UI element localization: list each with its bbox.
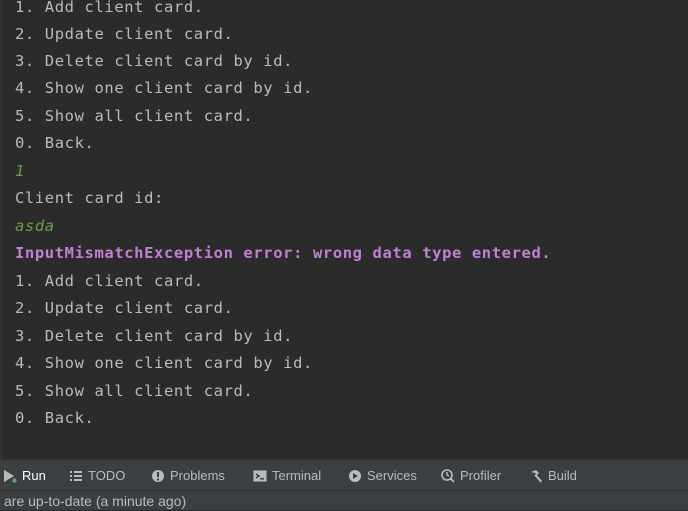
tab-run[interactable]: Run (3, 460, 46, 491)
tab-problems[interactable]: Problems (151, 460, 225, 491)
profiler-icon (441, 468, 455, 483)
console-error-line: InputMismatchException error: wrong data… (15, 244, 552, 262)
console-line: 0. Back. (15, 134, 95, 152)
console-line: Client card id: (15, 189, 164, 207)
console-line: 2. Update client card. (15, 25, 234, 43)
run-icon (3, 469, 17, 483)
terminal-icon (253, 469, 267, 483)
todo-list-icon (69, 469, 83, 483)
console-line: 4. Show one client card by id. (15, 354, 313, 372)
console-line: 4. Show one client card by id. (15, 79, 313, 97)
console-line: 5. Show all client card. (15, 107, 254, 125)
status-message[interactable]: are up-to-date (a minute ago) (4, 493, 186, 509)
console-line: 3. Delete client card by id. (15, 52, 294, 70)
tab-label: Terminal (272, 468, 322, 483)
tab-todo[interactable]: TODO (69, 460, 125, 491)
console-line: 3. Delete client card by id. (15, 327, 294, 345)
console-line: 5. Show all client card. (15, 382, 254, 400)
tab-label: Profiler (460, 468, 502, 483)
console-user-input: 1 (15, 162, 25, 180)
console-line: 1. Add client card. (15, 0, 204, 16)
services-icon (348, 469, 362, 483)
tab-profiler[interactable]: Profiler (441, 460, 501, 491)
tab-label: Build (548, 468, 577, 483)
console-line: 0. Back. (15, 409, 95, 427)
problems-icon (151, 469, 165, 483)
tab-label: TODO (88, 468, 126, 483)
console-user-input: asda (15, 217, 55, 235)
tool-window-bar: Run TODO Problems Terminal Services Prof… (0, 459, 688, 491)
run-console-output[interactable]: 1. Add client card. 2. Update client car… (0, 0, 688, 459)
tab-label: Problems (170, 468, 225, 483)
tab-label: Run (22, 468, 46, 483)
tab-services[interactable]: Services (348, 460, 417, 491)
tab-build[interactable]: Build (529, 460, 577, 491)
tab-label: Services (367, 468, 417, 483)
build-hammer-icon (529, 469, 543, 483)
tab-terminal[interactable]: Terminal (253, 460, 321, 491)
console-line: 2. Update client card. (15, 299, 234, 317)
status-bar: are up-to-date (a minute ago) (0, 490, 688, 510)
console-gutter (0, 0, 2, 459)
console-line: 1. Add client card. (15, 272, 204, 290)
